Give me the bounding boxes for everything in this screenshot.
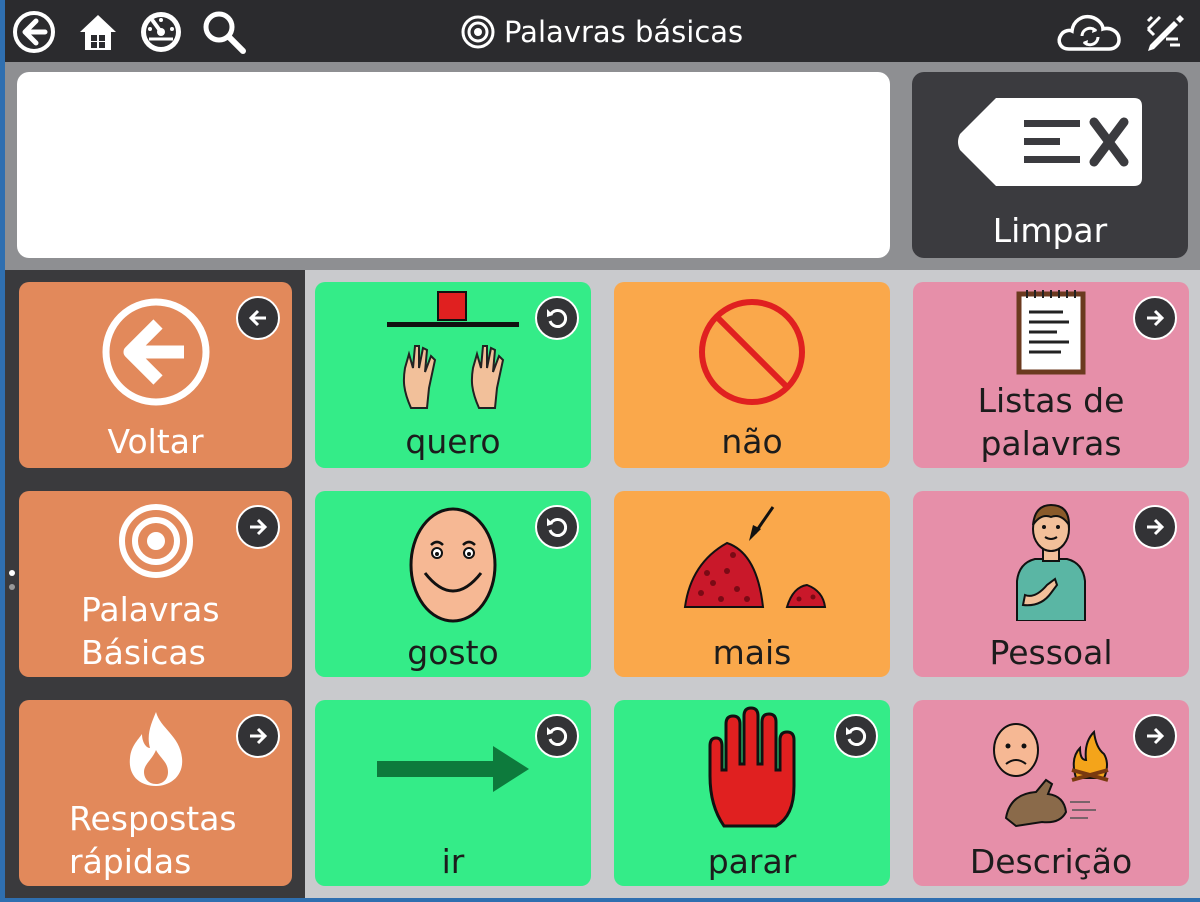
tile-mais[interactable]: mais xyxy=(614,491,890,677)
app-window: Palavras básicas Limpar Voltar Palavras … xyxy=(5,0,1200,898)
speedometer-icon[interactable] xyxy=(138,9,184,55)
backspace-clear-icon xyxy=(958,98,1142,186)
page-dot-active xyxy=(9,570,15,576)
tile-palavras-basicas[interactable]: Palavras Básicas xyxy=(19,491,292,677)
tile-label: gosto xyxy=(407,633,499,672)
tile-parar[interactable]: parar xyxy=(614,700,890,886)
tile-label: Descrição xyxy=(969,842,1133,881)
tile-label: ir xyxy=(441,842,465,881)
arrow-right-badge-icon[interactable] xyxy=(1133,714,1177,758)
undo-badge-icon[interactable] xyxy=(834,714,878,758)
prohibited-icon xyxy=(614,296,890,408)
tile-ir[interactable]: ir xyxy=(315,700,591,886)
tile-pessoal[interactable]: Pessoal xyxy=(913,491,1189,677)
cloud-sync-icon[interactable] xyxy=(1055,9,1125,55)
tile-label: Pessoal xyxy=(989,633,1113,672)
arrow-left-badge-icon[interactable] xyxy=(236,296,280,340)
tile-label: parar xyxy=(707,842,797,881)
undo-badge-icon[interactable] xyxy=(535,714,579,758)
arrow-right-badge-icon[interactable] xyxy=(1133,296,1177,340)
pile-more-icon xyxy=(614,503,890,613)
edit-pencil-icon[interactable] xyxy=(1140,9,1186,55)
tile-label-line2: palavras xyxy=(980,424,1122,463)
tile-listas-palavras[interactable]: Listas de palavras xyxy=(913,282,1189,468)
tile-voltar[interactable]: Voltar xyxy=(19,282,292,468)
tile-respostas-rapidas[interactable]: Respostas rápidas xyxy=(19,700,292,886)
tile-nao[interactable]: não xyxy=(614,282,890,468)
target-icon xyxy=(461,15,495,49)
tile-label: quero xyxy=(405,422,501,461)
page-indicator xyxy=(9,570,15,598)
tile-label-line2: Básicas xyxy=(81,633,206,672)
search-icon[interactable] xyxy=(201,9,247,55)
page-title-text: Palavras básicas xyxy=(504,15,744,49)
tile-label: mais xyxy=(712,633,792,672)
clear-button[interactable]: Limpar xyxy=(912,72,1188,258)
tile-descricao[interactable]: Descrição xyxy=(913,700,1189,886)
message-zone: Limpar xyxy=(5,62,1200,270)
tile-label-line1: Respostas xyxy=(69,799,237,838)
arrow-right-badge-icon[interactable] xyxy=(236,714,280,758)
undo-badge-icon[interactable] xyxy=(535,296,579,340)
home-icon[interactable] xyxy=(75,9,121,55)
tile-label: Voltar xyxy=(107,422,204,461)
clear-button-label: Limpar xyxy=(992,211,1108,250)
message-bar[interactable] xyxy=(17,72,890,258)
back-circle-icon[interactable] xyxy=(11,9,57,55)
page-dot xyxy=(9,584,15,590)
tile-label-line1: Palavras xyxy=(81,590,220,629)
arrow-right-badge-icon[interactable] xyxy=(1133,505,1177,549)
tile-label: não xyxy=(721,422,783,461)
top-bar: Palavras básicas xyxy=(5,0,1200,62)
tile-quero[interactable]: quero xyxy=(315,282,591,468)
undo-badge-icon[interactable] xyxy=(535,505,579,549)
arrow-right-badge-icon[interactable] xyxy=(236,505,280,549)
page-title: Palavras básicas xyxy=(460,12,743,52)
tile-gosto[interactable]: gosto xyxy=(315,491,591,677)
tile-label-line1: Listas de xyxy=(977,381,1125,420)
tile-label-line2: rápidas xyxy=(69,842,192,881)
